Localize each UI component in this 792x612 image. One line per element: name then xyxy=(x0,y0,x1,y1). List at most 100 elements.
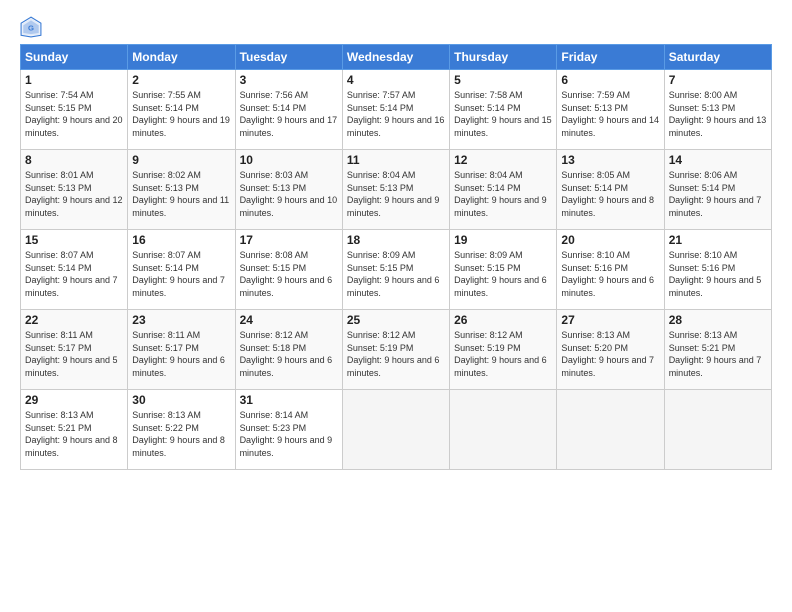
calendar-cell: 30Sunrise: 8:13 AMSunset: 5:22 PMDayligh… xyxy=(128,390,235,470)
cell-info: Sunrise: 8:02 AMSunset: 5:13 PMDaylight:… xyxy=(132,169,230,219)
cell-info: Sunrise: 8:12 AMSunset: 5:18 PMDaylight:… xyxy=(240,329,338,379)
day-number: 18 xyxy=(347,233,445,247)
calendar-cell: 18 Sunrise: 8:09 AMSunset: 5:15 PMDayligh… xyxy=(342,230,449,310)
calendar-cell: 31 Sunrise: 8:14 AMSunset: 5:23 PMDayligh… xyxy=(235,390,342,470)
day-number: 27 xyxy=(561,313,659,327)
calendar-cell: 3 Sunrise: 7:56 AMSunset: 5:14 PMDaylight… xyxy=(235,70,342,150)
cell-info: Sunrise: 8:11 AMSunset: 5:17 PMDaylight:… xyxy=(25,329,123,379)
cell-info: Sunrise: 8:07 AMSunset: 5:14 PMDaylight:… xyxy=(132,249,230,299)
day-number: 25 xyxy=(347,313,445,327)
day-number: 8 xyxy=(25,153,123,167)
cell-info: Sunrise: 7:56 AMSunset: 5:14 PMDaylight:… xyxy=(240,89,338,139)
cell-info: Sunrise: 8:13 AMSunset: 5:20 PMDaylight:… xyxy=(561,329,659,379)
day-number: 26 xyxy=(454,313,552,327)
day-number: 3 xyxy=(240,73,338,87)
cell-info: Sunrise: 7:55 AMSunset: 5:14 PMDaylight:… xyxy=(132,89,230,139)
calendar-cell: 28 Sunrise: 8:13 AMSunset: 5:21 PMDayligh… xyxy=(664,310,771,390)
cell-info: Sunrise: 8:12 AMSunset: 5:19 PMDaylight:… xyxy=(454,329,552,379)
calendar-week-row: 29 Sunrise: 8:13 AMSunset: 5:21 PMDayligh… xyxy=(21,390,772,470)
svg-text:G: G xyxy=(28,23,34,32)
day-number: 11 xyxy=(347,153,445,167)
calendar-cell: 22 Sunrise: 8:11 AMSunset: 5:17 PMDayligh… xyxy=(21,310,128,390)
calendar-week-row: 1Sunrise: 7:54 AMSunset: 5:15 PMDaylight… xyxy=(21,70,772,150)
day-number: 21 xyxy=(669,233,767,247)
cell-info: Sunrise: 7:58 AMSunset: 5:14 PMDaylight:… xyxy=(454,89,552,139)
day-number: 29 xyxy=(25,393,123,407)
calendar-cell: 23 Sunrise: 8:11 AMSunset: 5:17 PMDayligh… xyxy=(128,310,235,390)
day-number: 28 xyxy=(669,313,767,327)
calendar-cell xyxy=(450,390,557,470)
day-number: 31 xyxy=(240,393,338,407)
cell-info: Sunrise: 8:13 AMSunset: 5:21 PMDaylight:… xyxy=(669,329,767,379)
day-number: 19 xyxy=(454,233,552,247)
cell-info: Sunrise: 8:12 AMSunset: 5:19 PMDaylight:… xyxy=(347,329,445,379)
day-number: 9 xyxy=(132,153,230,167)
day-number: 24 xyxy=(240,313,338,327)
page-container: G SundayMondayTuesdayWednesdayThursdayFr… xyxy=(0,0,792,480)
header: G xyxy=(20,16,772,38)
calendar-cell: 21Sunrise: 8:10 AMSunset: 5:16 PMDayligh… xyxy=(664,230,771,310)
cell-info: Sunrise: 8:08 AMSunset: 5:15 PMDaylight:… xyxy=(240,249,338,299)
calendar-cell: 8 Sunrise: 8:01 AMSunset: 5:13 PMDaylight… xyxy=(21,150,128,230)
calendar-cell: 16 Sunrise: 8:07 AMSunset: 5:14 PMDayligh… xyxy=(128,230,235,310)
cell-info: Sunrise: 8:13 AMSunset: 5:21 PMDaylight:… xyxy=(25,409,123,459)
calendar-day-header: Saturday xyxy=(664,45,771,70)
calendar-cell: 15Sunrise: 8:07 AMSunset: 5:14 PMDayligh… xyxy=(21,230,128,310)
calendar-cell: 19Sunrise: 8:09 AMSunset: 5:15 PMDayligh… xyxy=(450,230,557,310)
calendar-day-header: Wednesday xyxy=(342,45,449,70)
calendar-cell: 9 Sunrise: 8:02 AMSunset: 5:13 PMDaylight… xyxy=(128,150,235,230)
day-number: 15 xyxy=(25,233,123,247)
calendar-week-row: 15 Sunrise: 8:07 AMSunset: 5:14 PMDayligh… xyxy=(21,230,772,310)
day-number: 7 xyxy=(669,73,767,87)
calendar-cell: 20Sunrise: 8:10 AMSunset: 5:16 PMDayligh… xyxy=(557,230,664,310)
calendar-cell: 17 Sunrise: 8:08 AMSunset: 5:15 PMDayligh… xyxy=(235,230,342,310)
cell-info: Sunrise: 8:04 AMSunset: 5:13 PMDaylight:… xyxy=(347,169,445,219)
calendar-table: SundayMondayTuesdayWednesdayThursdayFrid… xyxy=(20,44,772,470)
cell-info: Sunrise: 8:03 AMSunset: 5:13 PMDaylight:… xyxy=(240,169,338,219)
day-number: 1 xyxy=(25,73,123,87)
calendar-cell: 14 Sunrise: 8:06 AMSunset: 5:14 PMDayligh… xyxy=(664,150,771,230)
logo: G xyxy=(20,16,46,38)
day-number: 22 xyxy=(25,313,123,327)
day-number: 4 xyxy=(347,73,445,87)
calendar-day-header: Thursday xyxy=(450,45,557,70)
calendar-cell: 26 Sunrise: 8:12 AMSunset: 5:19 PMDayligh… xyxy=(450,310,557,390)
cell-info: Sunrise: 7:59 AMSunset: 5:13 PMDaylight:… xyxy=(561,89,659,139)
cell-info: Sunrise: 8:09 AMSunset: 5:15 PMDaylight:… xyxy=(347,249,445,299)
day-number: 6 xyxy=(561,73,659,87)
cell-info: Sunrise: 8:04 AMSunset: 5:14 PMDaylight:… xyxy=(454,169,552,219)
day-number: 5 xyxy=(454,73,552,87)
calendar-cell: 5 Sunrise: 7:58 AMSunset: 5:14 PMDaylight… xyxy=(450,70,557,150)
logo-icon: G xyxy=(20,16,42,38)
calendar-cell: 25 Sunrise: 8:12 AMSunset: 5:19 PMDayligh… xyxy=(342,310,449,390)
calendar-cell xyxy=(342,390,449,470)
calendar-week-row: 22 Sunrise: 8:11 AMSunset: 5:17 PMDayligh… xyxy=(21,310,772,390)
day-number: 23 xyxy=(132,313,230,327)
calendar-cell: 29 Sunrise: 8:13 AMSunset: 5:21 PMDayligh… xyxy=(21,390,128,470)
calendar-cell: 1Sunrise: 7:54 AMSunset: 5:15 PMDaylight… xyxy=(21,70,128,150)
calendar-cell: 13Sunrise: 8:05 AMSunset: 5:14 PMDayligh… xyxy=(557,150,664,230)
day-number: 16 xyxy=(132,233,230,247)
calendar-cell: 27 Sunrise: 8:13 AMSunset: 5:20 PMDayligh… xyxy=(557,310,664,390)
cell-info: Sunrise: 8:13 AMSunset: 5:22 PMDaylight:… xyxy=(132,409,230,459)
cell-info: Sunrise: 8:14 AMSunset: 5:23 PMDaylight:… xyxy=(240,409,338,459)
calendar-cell: 24 Sunrise: 8:12 AMSunset: 5:18 PMDayligh… xyxy=(235,310,342,390)
cell-info: Sunrise: 8:01 AMSunset: 5:13 PMDaylight:… xyxy=(25,169,123,219)
calendar-header-row: SundayMondayTuesdayWednesdayThursdayFrid… xyxy=(21,45,772,70)
calendar-day-header: Sunday xyxy=(21,45,128,70)
calendar-cell: 11 Sunrise: 8:04 AMSunset: 5:13 PMDayligh… xyxy=(342,150,449,230)
day-number: 2 xyxy=(132,73,230,87)
cell-info: Sunrise: 8:10 AMSunset: 5:16 PMDaylight:… xyxy=(561,249,659,299)
calendar-cell xyxy=(664,390,771,470)
cell-info: Sunrise: 8:11 AMSunset: 5:17 PMDaylight:… xyxy=(132,329,230,379)
calendar-cell: 4Sunrise: 7:57 AMSunset: 5:14 PMDaylight… xyxy=(342,70,449,150)
cell-info: Sunrise: 8:00 AMSunset: 5:13 PMDaylight:… xyxy=(669,89,767,139)
calendar-cell xyxy=(557,390,664,470)
cell-info: Sunrise: 8:06 AMSunset: 5:14 PMDaylight:… xyxy=(669,169,767,219)
calendar-cell: 6 Sunrise: 7:59 AMSunset: 5:13 PMDaylight… xyxy=(557,70,664,150)
day-number: 17 xyxy=(240,233,338,247)
day-number: 14 xyxy=(669,153,767,167)
calendar-day-header: Friday xyxy=(557,45,664,70)
calendar-cell: 7 Sunrise: 8:00 AMSunset: 5:13 PMDaylight… xyxy=(664,70,771,150)
calendar-cell: 10Sunrise: 8:03 AMSunset: 5:13 PMDayligh… xyxy=(235,150,342,230)
